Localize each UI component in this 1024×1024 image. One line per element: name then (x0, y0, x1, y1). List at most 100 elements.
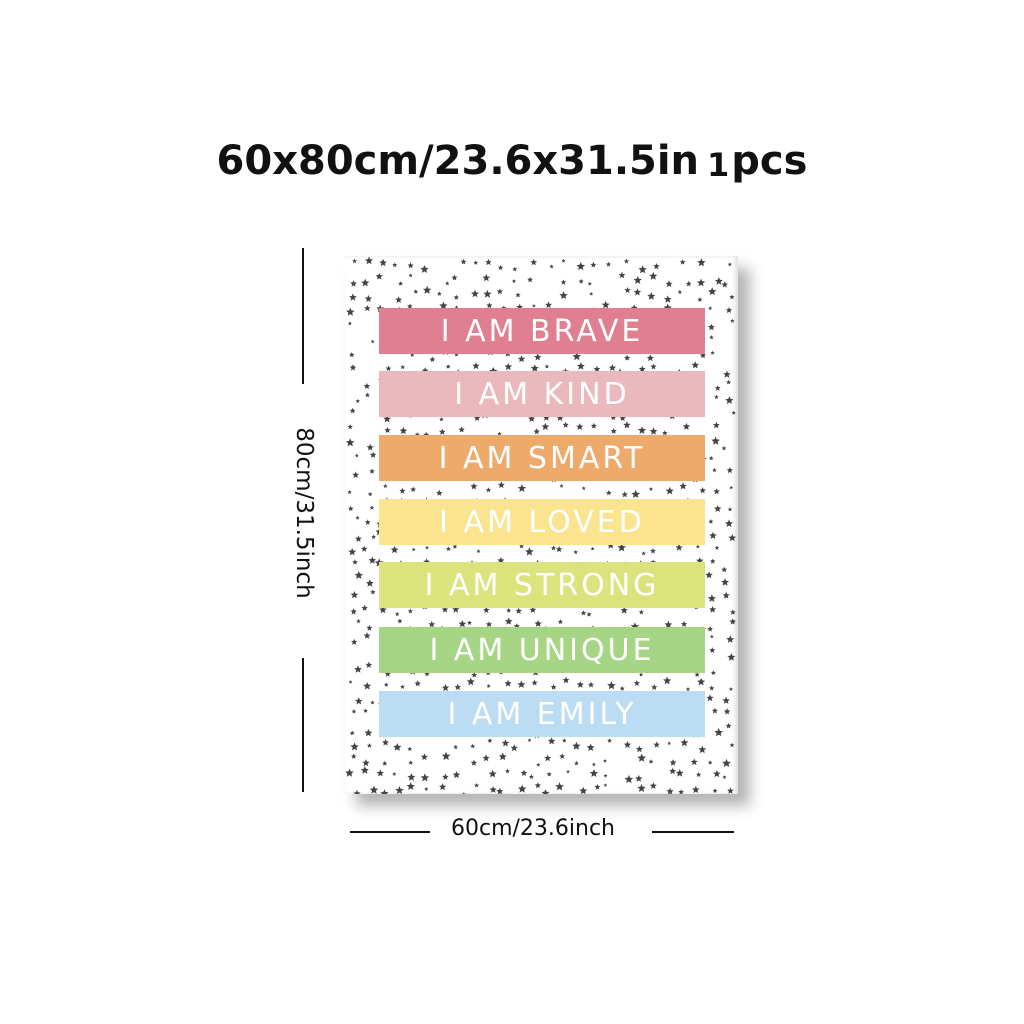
star-icon (384, 426, 391, 433)
star-icon (714, 728, 723, 737)
star-icon (578, 278, 584, 284)
star-icon (633, 680, 640, 686)
star-icon (425, 545, 429, 550)
star-icon (666, 787, 674, 794)
star-icon (648, 759, 654, 764)
star-icon (370, 700, 375, 705)
star-icon (714, 385, 721, 391)
star-icon (680, 738, 689, 747)
star-icon (637, 426, 647, 434)
star-icon (353, 789, 361, 794)
star-icon (708, 518, 714, 524)
star-icon (400, 684, 405, 689)
star-icon (422, 285, 432, 294)
star-icon (633, 276, 642, 284)
star-icon (566, 769, 570, 774)
star-icon (710, 558, 716, 564)
star-icon (436, 489, 443, 496)
star-icon (638, 609, 644, 615)
star-icon (369, 785, 379, 794)
star-icon (349, 352, 355, 358)
star-icon (355, 515, 360, 520)
star-icon (692, 785, 700, 793)
star-icon (721, 281, 728, 288)
star-icon (725, 722, 732, 729)
star-icon (623, 258, 629, 264)
star-icon (633, 288, 642, 296)
star-icon (725, 519, 733, 527)
star-icon (473, 260, 478, 265)
star-icon (453, 744, 458, 750)
star-icon (472, 362, 480, 370)
star-icon (574, 760, 579, 766)
star-icon (424, 786, 429, 791)
star-icon (367, 491, 373, 497)
star-icon (723, 370, 731, 378)
star-icon (590, 422, 597, 429)
star-icon (587, 681, 595, 688)
star-icon (576, 362, 585, 370)
star-icon (515, 292, 521, 298)
star-icon (470, 759, 478, 766)
affirmation-band-smart: I AM SMART (379, 435, 705, 481)
star-icon (429, 356, 436, 362)
star-icon (663, 295, 672, 303)
star-icon (347, 505, 354, 512)
size-title: 60x80cm/23.6x31.5in 1pcs (0, 138, 1024, 184)
star-icon (347, 424, 353, 430)
star-icon (713, 488, 720, 495)
star-icon (725, 396, 734, 404)
star-icon (349, 364, 357, 371)
star-icon (610, 427, 617, 434)
star-icon (487, 738, 493, 743)
star-icon (383, 682, 389, 687)
star-icon (517, 784, 527, 793)
star-icon (364, 728, 373, 737)
star-icon (366, 743, 372, 748)
star-icon (707, 626, 713, 632)
star-icon (555, 545, 563, 553)
star-icon (470, 743, 476, 749)
star-icon (445, 364, 451, 369)
star-icon (489, 786, 497, 793)
star-icon (649, 271, 658, 280)
star-icon (603, 758, 607, 763)
star-icon (439, 783, 447, 791)
star-icon (360, 766, 369, 774)
star-icon (594, 783, 601, 790)
quantity-number: 1 (707, 146, 730, 184)
star-icon (649, 782, 657, 789)
star-icon (729, 618, 737, 625)
star-icon (723, 708, 731, 715)
star-icon (649, 427, 658, 435)
star-icon (559, 753, 565, 759)
width-dimension-label: 60cm/23.6inch (450, 816, 615, 841)
star-icon (460, 258, 467, 265)
star-icon (365, 256, 374, 265)
star-icon (607, 738, 612, 743)
star-icon (637, 784, 646, 792)
star-icon (369, 451, 377, 458)
star-icon (392, 772, 397, 776)
star-icon (467, 620, 472, 625)
star-icon (439, 417, 444, 422)
star-icon (533, 428, 540, 435)
star-icon (667, 741, 672, 745)
star-icon (498, 752, 507, 761)
star-icon (576, 262, 586, 271)
star-icon (572, 741, 581, 750)
star-icon (485, 258, 492, 266)
star-icon (725, 307, 733, 314)
affirmation-text: I AM LOVED (439, 504, 645, 540)
star-icon (393, 743, 402, 751)
star-icon (638, 265, 647, 274)
star-icon (581, 486, 586, 490)
star-icon (709, 606, 717, 613)
star-icon (544, 754, 552, 762)
star-icon (709, 685, 715, 691)
star-icon (560, 279, 567, 285)
star-icon (721, 578, 730, 586)
star-icon (562, 738, 567, 743)
star-icon (709, 531, 717, 539)
star-icon (355, 697, 363, 705)
